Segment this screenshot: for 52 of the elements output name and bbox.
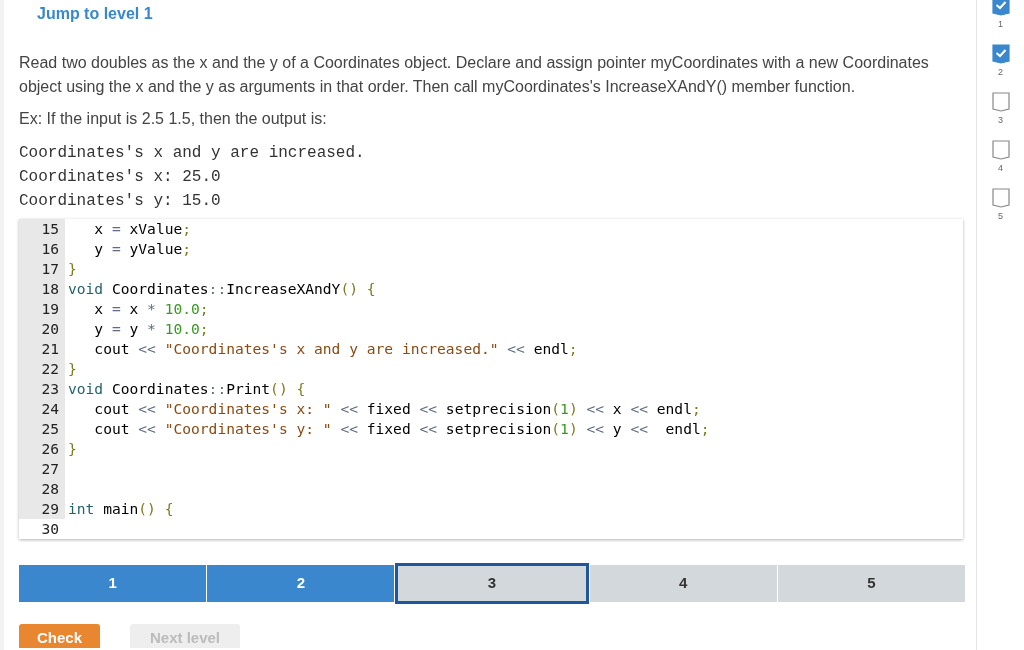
line-number: 22 — [19, 359, 65, 379]
code-line: cout << "Coordinates's x: " << fixed << setprecision(1) << x << endl; — [93, 399, 701, 419]
example-output-line: Coordinates's y: 15.0 — [19, 191, 221, 212]
level-tab[interactable]: 1 — [19, 565, 207, 602]
empty-badge-icon[interactable] — [991, 140, 1010, 160]
line-number: 16 — [19, 239, 65, 259]
code-line: } — [67, 259, 77, 279]
empty-badge-icon[interactable] — [991, 92, 1010, 112]
level-action-button[interactable]: Check — [19, 624, 101, 648]
code-line: x = xValue; — [93, 219, 192, 239]
code-line: cout << "Coordinates's y: " << fixed << setprecision(1) << y << endl; — [93, 419, 710, 439]
line-number: 26 — [19, 439, 65, 459]
code-line: void Coordinates::IncreaseXAndY() { — [67, 279, 376, 299]
empty-badge-icon[interactable] — [991, 188, 1010, 208]
line-number: 20 — [19, 319, 65, 339]
code-line: } — [67, 439, 77, 459]
line-number: 24 — [19, 399, 65, 419]
level-number: 5 — [998, 210, 1003, 222]
line-number: 19 — [19, 299, 65, 319]
level-tab[interactable]: 3 — [395, 563, 589, 604]
checked-badge-icon[interactable] — [991, 0, 1010, 16]
code-editor[interactable] — [19, 219, 963, 539]
code-line: y = yValue; — [93, 239, 192, 259]
level-tab[interactable]: 4 — [589, 565, 777, 602]
code-line: int main() { — [67, 499, 174, 519]
line-number: 21 — [19, 339, 65, 359]
code-line: x = x * 10.0; — [93, 299, 209, 319]
example-output-line: Coordinates's x and y are increased. — [19, 143, 365, 164]
code-line: cout << "Coordinates's x and y are increased." << endl; — [93, 339, 578, 359]
code-line: y = y * 10.0; — [93, 319, 209, 339]
line-number: 29 — [19, 499, 65, 519]
line-number: 15 — [19, 219, 65, 239]
example-intro-text: Ex: If the input is 2.5 1.5, then the output is: — [19, 109, 328, 129]
code-line: } — [67, 359, 77, 379]
level-tab[interactable]: 5 — [777, 565, 965, 602]
checked-badge-icon[interactable] — [991, 44, 1010, 64]
line-number: 28 — [19, 479, 65, 499]
instructions-text: Read two doubles as the x and the y of a Coordinates object. Declare and assign pointer myCoordinates with a new Coordinates object using the x and the y as arguments in that order. Then call myCoordinates's IncreaseXAndY() member function. — [19, 53, 930, 97]
code-line: void Coordinates::Print() { — [67, 379, 306, 399]
line-number: 18 — [19, 279, 65, 299]
level-number: 2 — [998, 66, 1003, 78]
line-number: 25 — [19, 419, 65, 439]
line-number: 30 — [19, 519, 65, 539]
level-number: 4 — [998, 162, 1003, 174]
example-output-line: Coordinates's x: 25.0 — [19, 167, 221, 188]
line-number: 23 — [19, 379, 65, 399]
level-number: 1 — [998, 18, 1003, 30]
line-number: 27 — [19, 459, 65, 479]
jump-to-level-link[interactable]: Jump to level 1 — [37, 3, 153, 25]
line-number: 17 — [19, 259, 65, 279]
level-number: 3 — [998, 114, 1003, 126]
level-tab[interactable]: 2 — [207, 565, 395, 602]
